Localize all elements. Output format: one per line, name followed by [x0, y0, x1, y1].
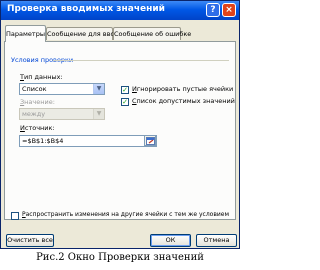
source-label: Источник:: [20, 124, 55, 132]
range-select-button[interactable]: [144, 135, 156, 146]
help-button[interactable]: ?: [206, 3, 220, 17]
data-type-select[interactable]: Список ▼: [19, 83, 105, 95]
tab-error-alert[interactable]: Сообщение об ошибке: [113, 27, 191, 40]
apply-to-all-label: Распространить изменения на другие ячейк…: [22, 211, 229, 218]
parameters-panel: Условия проверки Тип данных: Список ▼ Зн…: [4, 41, 236, 220]
tab-input-message[interactable]: Сообщение для ввода: [46, 27, 123, 40]
cancel-button[interactable]: Отмена: [196, 234, 237, 247]
close-button[interactable]: ×: [222, 3, 236, 17]
tab-strip: Параметры Сообщение для ввода Сообщение …: [1, 25, 239, 42]
ok-button[interactable]: ОК: [150, 234, 191, 247]
data-type-value: Список: [22, 85, 47, 93]
data-type-label: Тип данных:: [20, 73, 63, 81]
title-bar[interactable]: Проверка вводимых значений ? ×: [1, 1, 239, 20]
data-validation-dialog: Проверка вводимых значений ? × Параметры…: [0, 0, 240, 249]
group-divider: [53, 60, 229, 61]
figure-caption: Рис.2 Окно Проверки значений: [36, 252, 204, 263]
clear-all-button[interactable]: Очистить все: [6, 234, 54, 247]
ignore-blank-label: Игнорировать пустые ячейки: [132, 85, 234, 93]
ignore-blank-checkbox[interactable]: ✓: [121, 86, 129, 94]
tab-parameters[interactable]: Параметры: [5, 25, 46, 42]
source-input[interactable]: =$В$1:$В$4: [19, 135, 157, 147]
value-label: Значение:: [20, 98, 55, 106]
value-select[interactable]: между ▼: [19, 108, 105, 120]
in-cell-dropdown-label: Список допустимых значений: [132, 97, 235, 105]
in-cell-dropdown-checkbox[interactable]: ✓: [121, 98, 129, 106]
apply-to-all-checkbox[interactable]: [11, 212, 19, 220]
range-picker-icon: [146, 137, 155, 145]
chevron-down-icon[interactable]: ▼: [93, 84, 104, 94]
dialog-title: Проверка вводимых значений: [7, 4, 165, 14]
value-select-value: между: [22, 110, 46, 118]
chevron-down-icon[interactable]: ▼: [93, 109, 104, 119]
